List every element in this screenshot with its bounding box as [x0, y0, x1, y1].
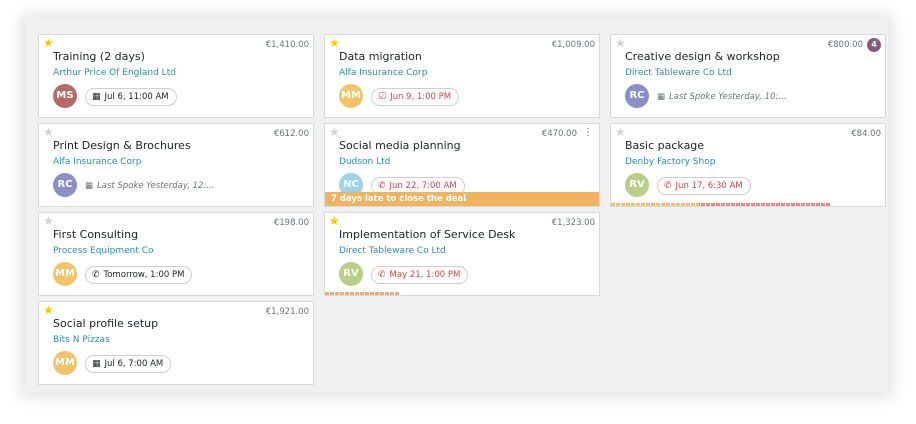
kanban-card[interactable]: ★ €800.00 4 Creative design & workshop D…	[610, 34, 886, 118]
last-spoke: ▦ Last Spoke Yesterday, 10:...	[657, 92, 786, 102]
deal-progress-bar	[325, 292, 399, 295]
activity-pill[interactable]: ✆ Tomorrow, 1:00 PM	[85, 266, 193, 284]
activity-text: Jul 6, 7:00 AM	[104, 359, 164, 369]
activity-text: Jun 9, 1:00 PM	[390, 92, 452, 102]
card-company[interactable]: Denby Factory Shop	[625, 157, 715, 167]
calendar-icon: ▦	[85, 181, 94, 191]
star-icon[interactable]: ★	[43, 126, 54, 138]
activity-text: May 21, 1:00 PM	[389, 270, 461, 280]
calendar-icon: ▦	[92, 92, 101, 102]
card-title: Print Design & Brochures	[53, 139, 191, 152]
avatar[interactable]: RC	[625, 84, 649, 108]
star-icon[interactable]: ★	[329, 126, 340, 138]
card-title: Implementation of Service Desk	[339, 228, 516, 241]
card-amount: €470.00	[541, 129, 577, 139]
phone-icon: ✆	[378, 181, 386, 191]
card-title: Basic package	[625, 139, 705, 152]
activity-pill[interactable]: ✆ Jun 17, 6:30 AM	[657, 177, 751, 195]
card-title: Creative design & workshop	[625, 50, 780, 63]
more-options-icon[interactable]: ⋮	[583, 128, 593, 138]
card-amount: €198.00	[273, 218, 309, 228]
card-amount: €1,009.00	[551, 40, 595, 50]
phone-icon: ✆	[92, 270, 100, 280]
card-title: Training (2 days)	[53, 50, 145, 63]
activity-text: Jun 22, 7:00 AM	[389, 181, 457, 191]
card-company[interactable]: Direct Tableware Co Ltd	[339, 246, 446, 256]
last-spoke-text: Last Spoke Yesterday, 12:...	[97, 181, 215, 191]
kanban-card[interactable]: ★ €84.00 Basic package Denby Factory Sho…	[610, 123, 886, 207]
message-count-badge[interactable]: 4	[867, 38, 881, 52]
kanban-card[interactable]: ★ €1,921.00 Social profile setup Bits N …	[38, 301, 314, 385]
card-company[interactable]: Alfa Insurance Corp	[339, 68, 427, 78]
avatar[interactable]: MM	[53, 351, 77, 375]
activity-pill[interactable]: ☑ Jun 9, 1:00 PM	[371, 88, 460, 106]
card-amount: €1,410.00	[265, 40, 309, 50]
card-company[interactable]: Process Equipment Co	[53, 246, 154, 256]
card-title: Social profile setup	[53, 317, 159, 330]
star-icon[interactable]: ★	[43, 37, 54, 49]
activity-text: Jul 6, 11:00 AM	[104, 92, 169, 102]
card-amount: €1,323.00	[551, 218, 595, 228]
card-company[interactable]: Direct Tableware Co Ltd	[625, 68, 732, 78]
calendar-icon: ▦	[657, 92, 666, 102]
star-icon[interactable]: ★	[329, 215, 340, 227]
calendar-icon: ▦	[92, 359, 101, 369]
card-title: Social media planning	[339, 139, 461, 152]
kanban-board: ★ €1,410.00 Training (2 days) Arthur Pri…	[26, 20, 888, 392]
kanban-card[interactable]: ★ €470.00 ⋮ Social media planning Dudson…	[324, 123, 600, 207]
star-icon[interactable]: ★	[43, 304, 54, 316]
card-company[interactable]: Arthur Price Of England Ltd	[53, 68, 176, 78]
last-spoke-text: Last Spoke Yesterday, 10:...	[669, 92, 787, 102]
kanban-card[interactable]: ★ €1,323.00 Implementation of Service De…	[324, 212, 600, 296]
activity-pill[interactable]: ✆ May 21, 1:00 PM	[371, 266, 469, 284]
card-company[interactable]: Alfa Insurance Corp	[53, 157, 141, 167]
card-amount: €1,921.00	[265, 307, 309, 317]
activity-text: Tomorrow, 1:00 PM	[103, 270, 185, 280]
check-icon: ☑	[378, 92, 387, 102]
star-icon[interactable]: ★	[43, 215, 54, 227]
star-icon[interactable]: ★	[615, 37, 626, 49]
avatar[interactable]: RV	[339, 262, 363, 286]
phone-icon: ✆	[378, 270, 386, 280]
activity-pill[interactable]: ▦ Jul 6, 7:00 AM	[85, 355, 172, 373]
card-amount: €84.00	[851, 129, 881, 139]
avatar[interactable]: MM	[53, 262, 77, 286]
card-amount: €800.00	[827, 40, 863, 50]
avatar[interactable]: RC	[53, 173, 77, 197]
activity-pill[interactable]: ▦ Jul 6, 11:00 AM	[85, 88, 177, 106]
late-warning-ribbon: 7 days late to close the deal	[325, 192, 599, 206]
card-title: First Consulting	[53, 228, 139, 241]
last-spoke: ▦ Last Spoke Yesterday, 12:...	[85, 181, 214, 191]
activity-text: Jun 17, 6:30 AM	[675, 181, 743, 191]
avatar[interactable]: RV	[625, 173, 649, 197]
star-icon[interactable]: ★	[615, 126, 626, 138]
avatar[interactable]: MS	[53, 84, 77, 108]
phone-icon: ✆	[664, 181, 672, 191]
kanban-card[interactable]: ★ €1,009.00 Data migration Alfa Insuranc…	[324, 34, 600, 118]
card-company[interactable]: Bits N Pizzas	[53, 335, 110, 345]
card-title: Data migration	[339, 50, 422, 63]
kanban-card[interactable]: ★ €1,410.00 Training (2 days) Arthur Pri…	[38, 34, 314, 118]
deal-progress-bar	[611, 203, 831, 206]
card-amount: €612.00	[273, 129, 309, 139]
avatar[interactable]: MM	[339, 84, 363, 108]
kanban-card[interactable]: ★ €612.00 Print Design & Brochures Alfa …	[38, 123, 314, 207]
kanban-card[interactable]: ★ €198.00 First Consulting Process Equip…	[38, 212, 314, 296]
star-icon[interactable]: ★	[329, 37, 340, 49]
card-company[interactable]: Dudson Ltd	[339, 157, 390, 167]
